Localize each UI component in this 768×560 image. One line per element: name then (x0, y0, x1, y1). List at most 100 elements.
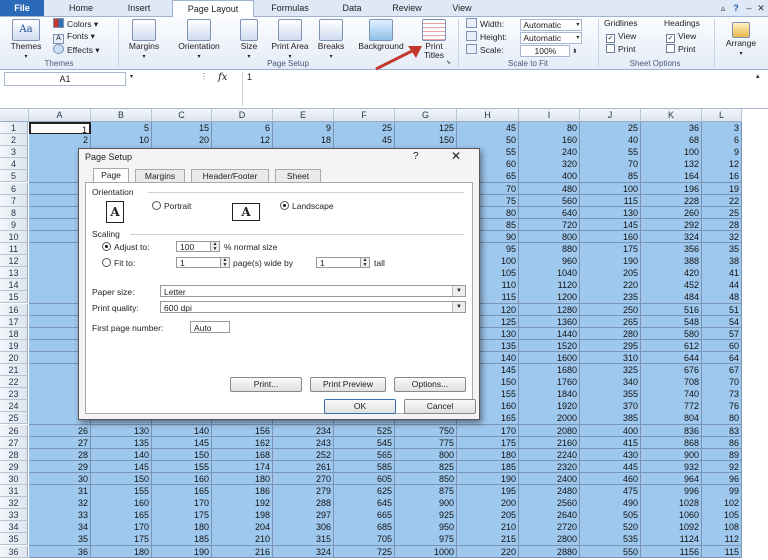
table-cell[interactable]: 475 (580, 485, 641, 498)
table-cell[interactable]: 925 (395, 509, 457, 522)
table-cell[interactable]: 170 (457, 424, 519, 438)
table-cell[interactable]: 1920 (519, 400, 580, 413)
table-cell[interactable]: 125 (395, 122, 457, 135)
table-cell[interactable]: 2800 (519, 533, 580, 546)
fit-to-radio[interactable] (102, 258, 111, 267)
table-cell[interactable]: 210 (457, 521, 519, 534)
table-cell[interactable]: 115 (580, 194, 641, 208)
table-cell[interactable]: 324 (641, 230, 702, 244)
row-header[interactable]: 25 (0, 412, 28, 425)
landscape-radio[interactable] (280, 201, 289, 210)
table-cell[interactable]: 9 (702, 146, 742, 159)
table-cell[interactable]: 1200 (519, 291, 580, 304)
table-cell[interactable]: 1680 (519, 364, 580, 377)
portrait-option[interactable]: Portrait (152, 201, 191, 211)
table-cell[interactable]: 156 (212, 424, 273, 438)
table-cell[interactable]: 460 (580, 472, 641, 486)
column-header-c[interactable]: C (152, 109, 212, 122)
tab-page-layout[interactable]: Page Layout (172, 0, 254, 17)
fit-wide-spinner-icon[interactable]: ▲ ▼ (220, 258, 229, 267)
table-cell[interactable]: 175 (457, 436, 519, 450)
column-header-e[interactable]: E (273, 109, 334, 122)
minimize-icon[interactable]: – (744, 3, 754, 13)
table-cell[interactable]: 452 (641, 279, 702, 292)
table-cell[interactable]: 30 (29, 472, 91, 486)
table-cell[interactable]: 804 (641, 412, 702, 425)
table-cell[interactable]: 415 (580, 436, 641, 450)
table-cell[interactable]: 22 (702, 194, 742, 208)
ok-button[interactable]: OK (324, 399, 396, 414)
table-cell[interactable]: 676 (641, 364, 702, 377)
row-header[interactable]: 2 (0, 134, 28, 147)
table-cell[interactable]: 516 (641, 303, 702, 317)
table-cell[interactable]: 1600 (519, 351, 580, 365)
table-cell[interactable]: 1060 (641, 509, 702, 522)
table-cell[interactable]: 150 (91, 472, 152, 486)
table-cell[interactable]: 292 (641, 218, 702, 232)
table-cell[interactable]: 1280 (519, 303, 580, 317)
table-cell[interactable]: 135 (91, 436, 152, 450)
gridlines-view-option[interactable]: ✓ View (606, 31, 636, 43)
table-cell[interactable]: 355 (580, 388, 641, 401)
table-cell[interactable]: 1840 (519, 388, 580, 401)
table-cell[interactable]: 868 (641, 436, 702, 450)
table-cell[interactable]: 964 (641, 472, 702, 486)
table-cell[interactable]: 975 (395, 533, 457, 546)
column-header-f[interactable]: F (334, 109, 395, 122)
dialog-help-button[interactable]: ? (413, 151, 419, 162)
table-cell[interactable]: 190 (580, 255, 641, 268)
close-icon[interactable]: ✕ (756, 3, 766, 13)
table-cell[interactable]: 185 (152, 533, 212, 546)
table-cell[interactable]: 340 (580, 376, 641, 389)
row-header[interactable]: 20 (0, 351, 28, 364)
table-cell[interactable]: 505 (580, 509, 641, 522)
table-cell[interactable]: 105 (702, 509, 742, 522)
table-cell[interactable]: 295 (580, 339, 641, 353)
row-header[interactable]: 22 (0, 376, 28, 389)
row-header[interactable]: 35 (0, 533, 28, 546)
table-cell[interactable]: 180 (457, 448, 519, 462)
table-cell[interactable]: 306 (273, 521, 334, 534)
options-button[interactable]: Options... (394, 377, 466, 392)
table-cell[interactable]: 2320 (519, 460, 580, 474)
table-cell[interactable]: 216 (212, 545, 273, 559)
table-cell[interactable]: 950 (395, 521, 457, 534)
table-cell[interactable]: 44 (702, 279, 742, 292)
row-header[interactable]: 12 (0, 255, 28, 268)
table-cell[interactable]: 27 (29, 436, 91, 450)
table-cell[interactable]: 96 (702, 472, 742, 486)
help-icon[interactable]: ? (731, 3, 741, 13)
print-quality-dropdown-icon[interactable]: ▼ (452, 302, 465, 312)
table-cell[interactable]: 2480 (519, 485, 580, 498)
table-cell[interactable]: 310 (580, 351, 641, 365)
portrait-radio[interactable] (152, 201, 161, 210)
table-cell[interactable]: 145 (580, 218, 641, 232)
table-cell[interactable]: 210 (212, 533, 273, 546)
table-cell[interactable]: 1760 (519, 376, 580, 389)
adjust-to-input[interactable]: 100 ▲ ▼ (176, 241, 220, 252)
breaks-button[interactable]: Breaks ▾ (312, 19, 350, 62)
row-header[interactable]: 13 (0, 267, 28, 280)
table-cell[interactable]: 198 (212, 509, 273, 522)
row-header[interactable]: 30 (0, 472, 28, 485)
table-cell[interactable]: 140 (91, 448, 152, 462)
table-cell[interactable]: 445 (580, 460, 641, 474)
table-cell[interactable]: 228 (641, 194, 702, 208)
table-cell[interactable]: 772 (641, 400, 702, 413)
table-cell[interactable]: 708 (641, 376, 702, 389)
table-cell[interactable]: 240 (519, 146, 580, 159)
colors-button[interactable]: Colors ▾ (53, 18, 98, 29)
row-header[interactable]: 33 (0, 509, 28, 522)
table-cell[interactable]: 875 (395, 485, 457, 498)
effects-button[interactable]: Effects ▾ (53, 44, 99, 55)
table-cell[interactable]: 20 (152, 134, 212, 147)
table-cell[interactable]: 175 (91, 533, 152, 546)
scale-spinner-icon[interactable]: ⬍ (572, 49, 577, 55)
dialog-tab-margins[interactable]: Margins (135, 169, 185, 183)
page-setup-launcher-icon[interactable]: ⬊ (446, 59, 451, 66)
first-page-number-input[interactable]: Auto (190, 321, 230, 333)
dialog-close-button[interactable]: ✕ (451, 149, 461, 163)
row-header[interactable]: 23 (0, 388, 28, 401)
table-cell[interactable]: 32 (29, 497, 91, 510)
table-cell[interactable]: 2400 (519, 472, 580, 486)
